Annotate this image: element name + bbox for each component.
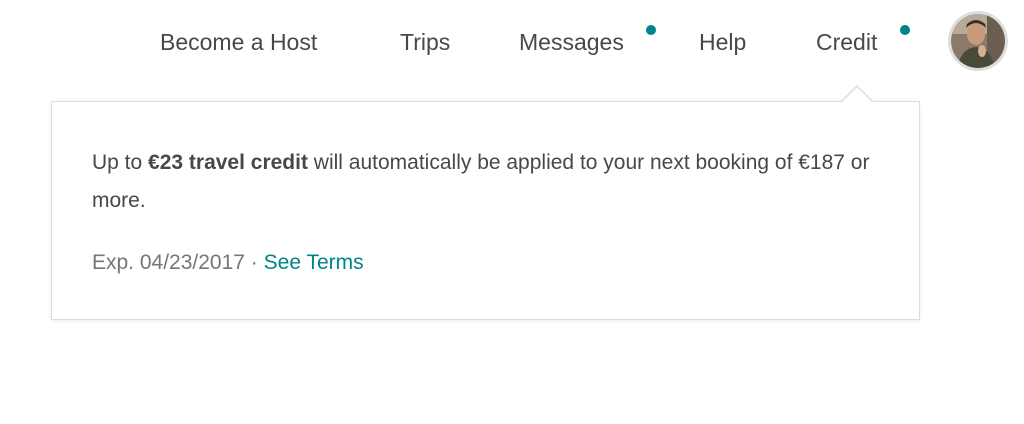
messages-notification-dot [646,25,656,35]
see-terms-link[interactable]: See Terms [264,251,364,274]
credit-notification-dot [900,25,910,35]
nav-messages[interactable]: Messages [519,27,624,57]
user-avatar-icon [951,14,1005,68]
avatar[interactable] [948,11,1008,71]
credit-message-prefix: Up to [92,151,149,174]
page: Become a Host Trips Messages Help Credit [0,0,1024,424]
nav-become-a-host[interactable]: Become a Host [160,27,317,57]
nav-trips[interactable]: Trips [400,27,450,57]
nav-help[interactable]: Help [699,27,746,57]
separator: · [244,251,264,274]
nav-credit[interactable]: Credit [816,27,877,57]
popover-caret [842,87,872,102]
credit-message: Up to €23 travel credit will automatical… [92,144,892,220]
credit-expiry: Exp. 04/23/2017 [92,251,245,274]
credit-popover: Up to €23 travel credit will automatical… [51,101,920,320]
credit-amount: €23 travel credit [148,151,308,174]
terms-line: Exp. 04/23/2017 · See Terms [92,248,364,278]
